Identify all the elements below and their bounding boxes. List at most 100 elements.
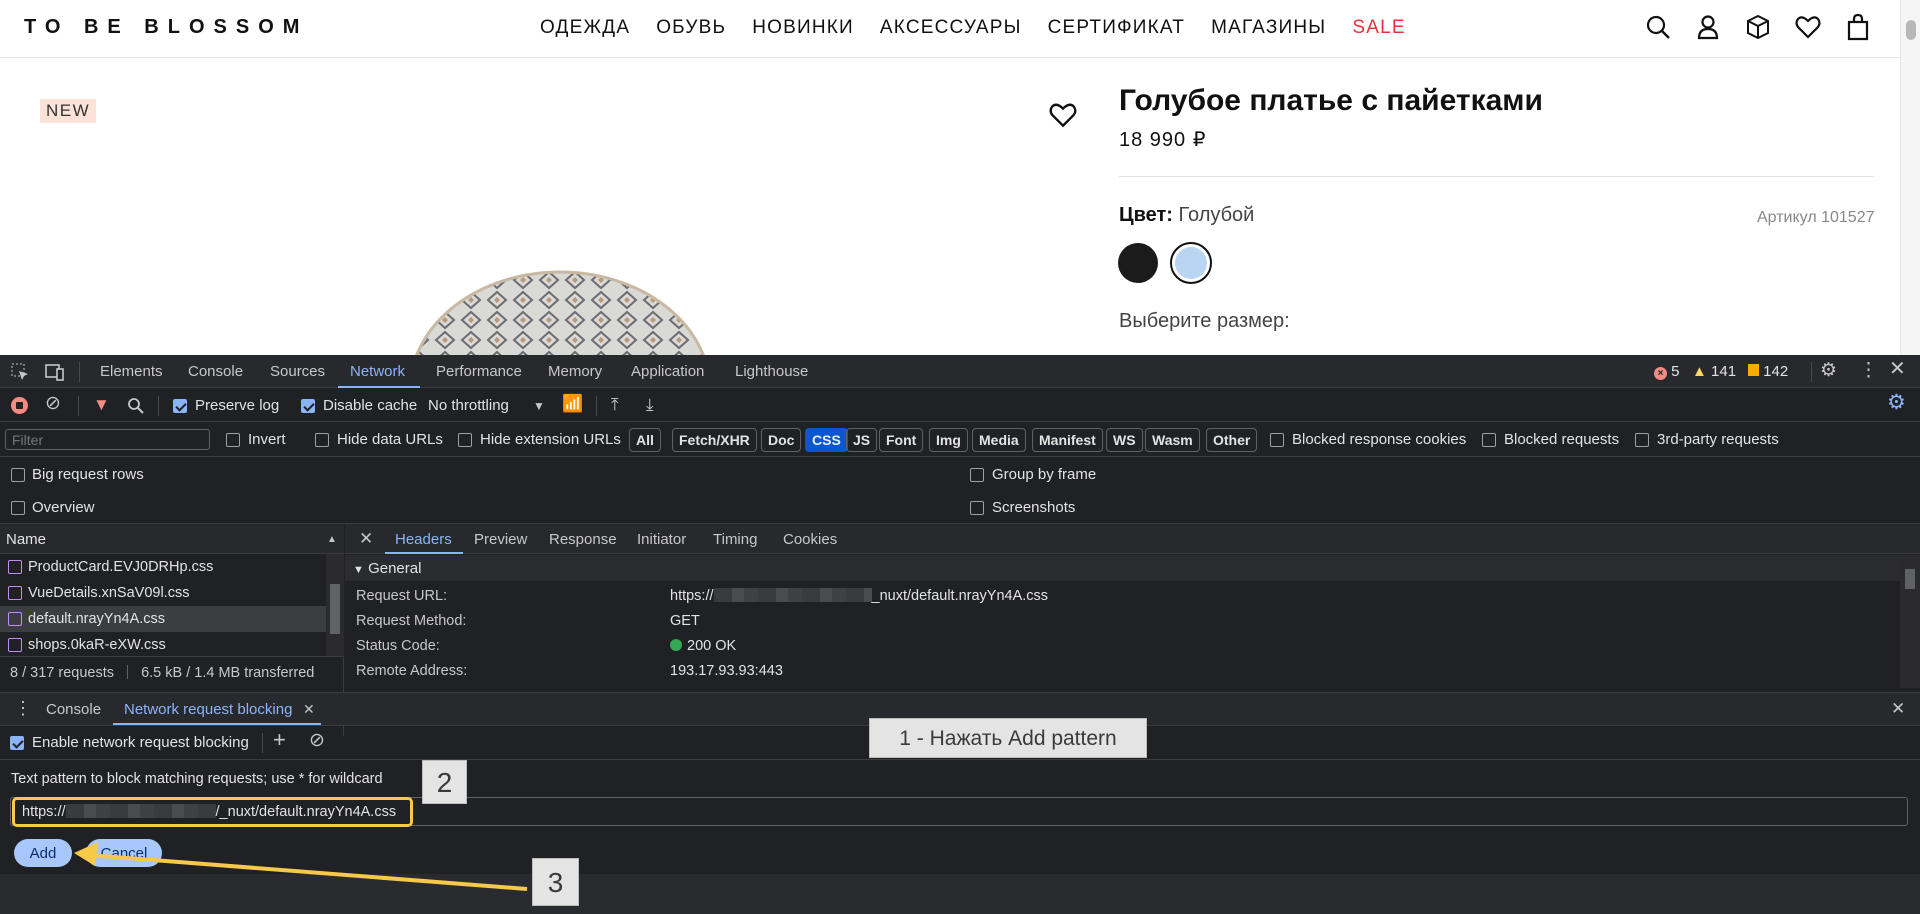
- filter-css[interactable]: CSS: [805, 428, 848, 452]
- tab-preview[interactable]: Preview: [474, 531, 527, 548]
- annotation-step2: 2: [422, 760, 467, 804]
- invert-checkbox[interactable]: [226, 433, 240, 447]
- tab-memory[interactable]: Memory: [548, 363, 602, 380]
- hide-extension-urls-checkbox[interactable]: [458, 433, 472, 447]
- device-toolbar-icon[interactable]: [45, 363, 65, 381]
- export-har-icon[interactable]: ⤓: [646, 396, 654, 413]
- close-drawer-icon[interactable]: ✕: [1891, 700, 1905, 717]
- site-logo[interactable]: TO BE BLOSSOM: [24, 16, 308, 39]
- filter-manifest[interactable]: Manifest: [1032, 428, 1103, 452]
- tab-network[interactable]: Network: [350, 363, 405, 380]
- tab-timing[interactable]: Timing: [713, 531, 757, 548]
- tab-lighthouse[interactable]: Lighthouse: [735, 363, 808, 380]
- nav-item-clothes[interactable]: ОДЕЖДА: [540, 17, 630, 39]
- overview-checkbox[interactable]: [11, 501, 25, 515]
- tab-headers[interactable]: Headers: [395, 531, 452, 548]
- disable-cache-checkbox[interactable]: [301, 399, 315, 413]
- close-detail-icon[interactable]: ✕: [359, 530, 373, 547]
- third-party-checkbox[interactable]: [1635, 433, 1649, 447]
- network-settings-gear-icon[interactable]: ⚙: [1887, 392, 1906, 413]
- request-list-scrollbar[interactable]: [326, 554, 344, 656]
- tab-cookies[interactable]: Cookies: [783, 531, 837, 548]
- search-icon[interactable]: [1644, 13, 1672, 41]
- big-request-rows-checkbox[interactable]: [11, 468, 25, 482]
- search-icon[interactable]: [127, 397, 144, 414]
- tab-sources[interactable]: Sources: [270, 363, 325, 380]
- filter-wasm[interactable]: Wasm: [1145, 428, 1200, 452]
- filter-js[interactable]: JS: [846, 428, 878, 452]
- tab-application[interactable]: Application: [631, 363, 704, 380]
- nav-item-accessories[interactable]: АКСЕССУАРЫ: [880, 17, 1022, 39]
- tab-initiator[interactable]: Initiator: [637, 531, 686, 548]
- request-row-selected[interactable]: default.nrayYn4A.css: [0, 606, 326, 632]
- drawer-menu-icon[interactable]: ⋮: [14, 699, 32, 717]
- group-by-frame-checkbox[interactable]: [970, 468, 984, 482]
- dropdown-arrow-icon[interactable]: ▼: [533, 398, 545, 415]
- blocked-requests-checkbox[interactable]: [1482, 433, 1496, 447]
- tab-response[interactable]: Response: [549, 531, 617, 548]
- filter-ws[interactable]: WS: [1106, 428, 1143, 452]
- name-column-header[interactable]: Name: [6, 531, 46, 548]
- enable-blocking-checkbox[interactable]: [10, 736, 24, 750]
- drawer-tab-request-blocking[interactable]: Network request blocking: [124, 701, 292, 718]
- request-row[interactable]: shops.0kaR-eXW.css: [0, 632, 326, 656]
- clear-icon[interactable]: ⊘: [45, 394, 61, 413]
- nav-item-stores[interactable]: МАГАЗИНЫ: [1211, 17, 1326, 39]
- nav-item-new[interactable]: НОВИНКИ: [752, 17, 854, 39]
- devtools-panel: Elements Console Sources Network Perform…: [0, 355, 1920, 914]
- filter-icon[interactable]: ▼: [93, 396, 110, 413]
- close-devtools-icon[interactable]: ✕: [1889, 359, 1906, 379]
- pattern-input-value[interactable]: https:///_nuxt/default.nrayYn4A.css: [12, 797, 413, 827]
- tab-elements[interactable]: Elements: [100, 363, 163, 380]
- tab-console[interactable]: Console: [188, 363, 243, 380]
- network-conditions-icon[interactable]: 📶: [562, 395, 583, 412]
- sort-arrow-icon[interactable]: ▲: [327, 531, 337, 548]
- color-swatch-blue[interactable]: [1170, 242, 1212, 284]
- close-drawer-tab-icon[interactable]: ✕: [303, 701, 315, 718]
- cancel-button[interactable]: Cancel: [86, 839, 162, 867]
- box-icon[interactable]: [1744, 13, 1772, 41]
- general-section-header[interactable]: ▼ General: [345, 555, 1900, 581]
- annotation-step3: 3: [532, 858, 579, 906]
- add-button[interactable]: Add: [14, 839, 72, 867]
- nav-item-shoes[interactable]: ОБУВЬ: [656, 17, 726, 39]
- more-menu-icon[interactable]: ⋮: [1859, 361, 1878, 380]
- hide-data-urls-checkbox[interactable]: [315, 433, 329, 447]
- request-row[interactable]: ProductCard.EVJ0DRHp.css: [0, 554, 326, 580]
- network-settings: Big request rows Group by frame Overview…: [0, 456, 1920, 523]
- blocked-response-cookies-checkbox[interactable]: [1270, 433, 1284, 447]
- record-icon[interactable]: [11, 397, 28, 414]
- filter-font[interactable]: Font: [879, 428, 924, 452]
- request-row[interactable]: VueDetails.xnSaV09l.css: [0, 580, 326, 606]
- nav-item-sale[interactable]: SALE: [1352, 17, 1405, 39]
- add-pattern-icon[interactable]: +: [273, 729, 286, 751]
- nav-item-certificate[interactable]: СЕРТИФИКАТ: [1048, 17, 1185, 39]
- filter-other[interactable]: Other: [1206, 428, 1258, 452]
- import-har-icon[interactable]: ⤒: [611, 396, 619, 413]
- heart-icon[interactable]: [1794, 13, 1822, 41]
- color-swatch-black[interactable]: [1118, 243, 1158, 283]
- request-url-value[interactable]: https://_nuxt/default.nrayYn4A.css: [670, 588, 1048, 604]
- drawer-tab-console[interactable]: Console: [46, 701, 101, 718]
- page-scrollbar[interactable]: [1900, 0, 1920, 355]
- warning-count[interactable]: ▲ 141: [1692, 363, 1736, 380]
- tab-performance[interactable]: Performance: [436, 363, 522, 380]
- detail-scrollbar[interactable]: [1900, 555, 1920, 688]
- filter-media[interactable]: Media: [972, 428, 1026, 452]
- filter-all[interactable]: All: [629, 428, 661, 452]
- inspect-element-icon[interactable]: [11, 363, 29, 381]
- favorite-heart-icon[interactable]: [1048, 100, 1078, 130]
- status-code-key: Status Code:: [356, 638, 440, 654]
- settings-gear-icon[interactable]: ⚙: [1820, 361, 1837, 380]
- filter-doc[interactable]: Doc: [761, 428, 802, 452]
- user-icon[interactable]: [1694, 13, 1722, 41]
- throttling-select[interactable]: No throttling: [428, 397, 509, 414]
- screenshots-checkbox[interactable]: [970, 501, 984, 515]
- remove-all-patterns-icon[interactable]: ⊘: [309, 731, 325, 750]
- error-count[interactable]: × 5: [1654, 363, 1680, 380]
- issues-count[interactable]: 142: [1748, 363, 1788, 380]
- preserve-log-checkbox[interactable]: [173, 399, 187, 413]
- bag-icon[interactable]: [1844, 13, 1872, 41]
- filter-fetch-xhr[interactable]: Fetch/XHR: [672, 428, 757, 452]
- filter-img[interactable]: Img: [929, 428, 968, 452]
